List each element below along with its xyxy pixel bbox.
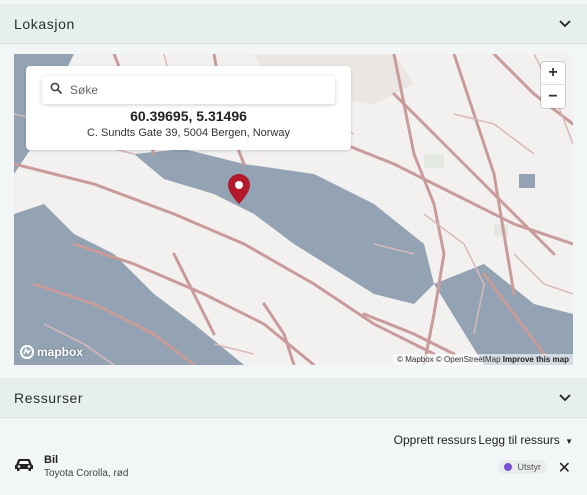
attribution-mapbox-link[interactable]: © Mapbox bbox=[397, 355, 434, 364]
map-attribution: © Mapbox © OpenStreetMap Improve this ma… bbox=[393, 354, 573, 365]
search-icon bbox=[50, 81, 62, 99]
add-resource-label: Legg til ressurs bbox=[478, 433, 560, 447]
remove-resource-button[interactable]: ✕ bbox=[558, 458, 571, 478]
resources-section-title: Ressurser bbox=[14, 389, 84, 406]
chevron-down-icon[interactable] bbox=[557, 390, 573, 406]
add-resource-dropdown[interactable]: Legg til ressurs ▼ bbox=[478, 433, 573, 447]
resource-row[interactable]: Bil Toyota Corolla, rød Utstyr ✕ bbox=[14, 450, 573, 486]
tag-color-dot bbox=[503, 463, 512, 471]
zoom-in-button[interactable]: + bbox=[541, 62, 565, 85]
search-box[interactable] bbox=[42, 76, 335, 104]
create-resource-button[interactable]: Opprett ressurs bbox=[394, 433, 477, 447]
improve-map-link[interactable]: Improve this map bbox=[503, 355, 569, 364]
mapbox-logo-icon bbox=[20, 345, 34, 359]
address-text: C. Sundts Gate 39, 5004 Bergen, Norway bbox=[86, 127, 290, 139]
mapbox-logo[interactable]: mapbox bbox=[20, 345, 83, 359]
location-section-title: Lokasjon bbox=[14, 15, 75, 32]
coordinates-text: 60.39695, 5.31496 bbox=[130, 108, 247, 124]
attribution-osm-link[interactable]: © OpenStreetMap bbox=[436, 355, 501, 364]
map[interactable]: 60.39695, 5.31496 C. Sundts Gate 39, 500… bbox=[14, 54, 573, 365]
resource-title: Bil bbox=[44, 454, 59, 466]
caret-down-icon: ▼ bbox=[565, 437, 573, 446]
location-section-header[interactable]: Lokasjon bbox=[0, 4, 587, 44]
zoom-control: + − bbox=[541, 62, 565, 108]
car-icon bbox=[14, 458, 34, 477]
location-pin-icon[interactable] bbox=[228, 174, 250, 209]
zoom-out-button[interactable]: − bbox=[541, 85, 565, 108]
resource-tag-label: Utstyr bbox=[517, 462, 542, 472]
mapbox-logo-text: mapbox bbox=[37, 345, 84, 359]
resource-actions: Opprett ressurs Legg til ressurs ▼ bbox=[394, 433, 573, 447]
search-input[interactable] bbox=[70, 83, 320, 97]
resource-subtitle: Toyota Corolla, rød bbox=[44, 468, 129, 479]
resource-tag-badge: Utstyr bbox=[497, 460, 547, 474]
search-card: 60.39695, 5.31496 C. Sundts Gate 39, 500… bbox=[26, 66, 351, 150]
resources-section-header[interactable]: Ressurser bbox=[0, 378, 587, 418]
chevron-down-icon[interactable] bbox=[557, 16, 573, 32]
